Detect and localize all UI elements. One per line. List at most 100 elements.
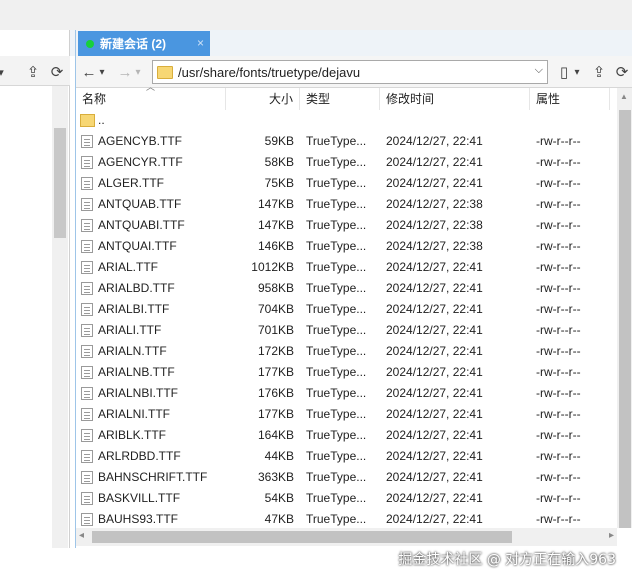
file-icon [81, 219, 93, 232]
file-name: AGENCYR.TTF [98, 155, 183, 169]
horizontal-scrollbar[interactable]: ◂ ▸ [76, 528, 617, 546]
file-list[interactable]: .. AGENCYB.TTF 59KB TrueType... 2024/12/27,… [76, 110, 617, 528]
file-icon [81, 513, 93, 526]
file-name: ARIALBD.TTF [98, 281, 175, 295]
remote-file-pane: 新建会话 (2) × ← ▾ → ▾ /usr/share/fonts/true… [75, 30, 632, 548]
column-header: ︿ 名称 大小 类型 修改时间 属性 | [76, 82, 621, 110]
file-modified: 2024/12/27, 22:41 [386, 281, 483, 295]
close-icon[interactable]: × [197, 36, 204, 50]
left-pane-toolbar: ▾ ⇪ ⟳ [0, 56, 70, 86]
column-attributes-header[interactable]: 属性 [530, 88, 610, 110]
column-size-header[interactable]: 大小 [226, 88, 300, 110]
file-row[interactable]: ARIALNB.TTF 177KB TrueType... 2024/12/27, 2… [76, 362, 617, 383]
file-icon [81, 303, 93, 316]
tab-new-session[interactable]: 新建会话 (2) × [78, 31, 210, 56]
file-modified: 2024/12/27, 22:41 [386, 449, 483, 463]
file-type: TrueType... [306, 218, 367, 232]
bookmark-icon[interactable]: ▯ [556, 61, 572, 83]
parent-directory-icon[interactable]: ⇪ [588, 61, 610, 83]
file-attributes: -rw-r--r-- [536, 512, 581, 526]
column-modified-header[interactable]: 修改时间 [380, 88, 530, 110]
file-size: 704KB [257, 302, 294, 316]
file-row[interactable]: ARIALNI.TTF 177KB TrueType... 2024/12/27, 2… [76, 404, 617, 425]
file-row[interactable]: ARIALI.TTF 701KB TrueType... 2024/12/27, 22… [76, 320, 617, 341]
file-row[interactable]: ARIALN.TTF 172KB TrueType... 2024/12/27, 22… [76, 341, 617, 362]
column-name-header[interactable]: 名称 [76, 88, 226, 110]
file-row[interactable]: ARIALBD.TTF 958KB TrueType... 2024/12/27, 2… [76, 278, 617, 299]
file-type: TrueType... [306, 512, 367, 526]
file-row[interactable]: AGENCYB.TTF 59KB TrueType... 2024/12/27, 22… [76, 131, 617, 152]
file-icon [81, 240, 93, 253]
left-pane-dropdown-icon[interactable]: ▾ [0, 61, 6, 83]
back-icon[interactable]: ← [80, 61, 98, 83]
file-size: 58KB [264, 155, 294, 169]
watermark: 掘金技术社区 @ 对方正在输入963 [398, 552, 616, 568]
file-type: TrueType... [306, 260, 367, 274]
bookmark-chevron-icon[interactable]: ▾ [572, 61, 582, 83]
vertical-scrollbar[interactable]: ▲ [617, 88, 632, 528]
file-modified: 2024/12/27, 22:41 [386, 428, 483, 442]
column-type-header[interactable]: 类型 [300, 88, 380, 110]
file-name: ARIALNI.TTF [98, 407, 171, 421]
file-size: 177KB [257, 365, 294, 379]
file-modified: 2024/12/27, 22:41 [386, 260, 483, 274]
file-row[interactable]: ARIAL.TTF 1012KB TrueType... 2024/12/27, 22… [76, 257, 617, 278]
left-pane-up-icon[interactable]: ⇪ [24, 61, 42, 83]
file-modified: 2024/12/27, 22:41 [386, 491, 483, 505]
file-icon [81, 366, 93, 379]
file-row[interactable]: ARIALNBI.TTF 176KB TrueType... 2024/12/27, … [76, 383, 617, 404]
file-name: ANTQUABI.TTF [98, 218, 185, 232]
file-row[interactable]: ANTQUAI.TTF 146KB TrueType... 2024/12/27, 2… [76, 236, 617, 257]
file-attributes: -rw-r--r-- [536, 407, 581, 421]
file-name: .. [98, 113, 105, 127]
file-modified: 2024/12/27, 22:38 [386, 218, 483, 232]
file-name: BAUHS93.TTF [98, 512, 179, 526]
file-row[interactable]: BAUHS93.TTF 47KB TrueType... 2024/12/27, 22… [76, 509, 617, 528]
file-size: 701KB [257, 323, 294, 337]
path-input[interactable]: /usr/share/fonts/truetype/dejavu ⌵ [152, 60, 548, 84]
file-row[interactable]: ALGER.TTF 75KB TrueType... 2024/12/27, 22:4… [76, 173, 617, 194]
file-size: 47KB [264, 512, 294, 526]
file-row[interactable]: ARIBLK.TTF 164KB TrueType... 2024/12/27, 22… [76, 425, 617, 446]
vertical-scroll-thumb[interactable] [619, 110, 631, 528]
file-attributes: -rw-r--r-- [536, 386, 581, 400]
forward-history-chevron-icon[interactable]: ▾ [133, 61, 143, 83]
file-size: 59KB [264, 134, 294, 148]
file-size: 1012KB [251, 260, 294, 274]
file-modified: 2024/12/27, 22:38 [386, 239, 483, 253]
path-value: /usr/share/fonts/truetype/dejavu [178, 64, 361, 80]
chevron-down-icon[interactable]: ⌵ [535, 64, 543, 77]
file-type: TrueType... [306, 491, 367, 505]
scroll-left-icon[interactable]: ◂ [79, 530, 84, 541]
file-attributes: -rw-r--r-- [536, 155, 581, 169]
file-row[interactable]: ANTQUABI.TTF 147KB TrueType... 2024/12/27, … [76, 215, 617, 236]
left-pane-refresh-icon[interactable]: ⟳ [48, 61, 66, 83]
file-row[interactable]: AGENCYR.TTF 58KB TrueType... 2024/12/27, 22… [76, 152, 617, 173]
left-pane-scroll-thumb[interactable] [54, 128, 66, 238]
horizontal-scroll-thumb[interactable] [92, 531, 512, 543]
file-modified: 2024/12/27, 22:41 [386, 470, 483, 484]
file-size: 146KB [257, 239, 294, 253]
file-name: AGENCYB.TTF [98, 134, 183, 148]
left-pane-scrollbar[interactable] [52, 86, 68, 548]
file-type: TrueType... [306, 155, 367, 169]
navigation-toolbar: ← ▾ → ▾ /usr/share/fonts/truetype/dejavu… [76, 56, 632, 88]
file-name: ARIALNBI.TTF [98, 386, 179, 400]
file-row[interactable]: ARLRDBD.TTF 44KB TrueType... 2024/12/27, 22… [76, 446, 617, 467]
file-row[interactable]: BASKVILL.TTF 54KB TrueType... 2024/12/27, 2… [76, 488, 617, 509]
file-icon [81, 135, 93, 148]
file-row[interactable]: BAHNSCHRIFT.TTF 363KB TrueType... 2024/12/2… [76, 467, 617, 488]
file-row[interactable]: ANTQUAB.TTF 147KB TrueType... 2024/12/27, 2… [76, 194, 617, 215]
parent-directory-row[interactable]: .. [76, 110, 617, 131]
file-name: ARIALNB.TTF [98, 365, 175, 379]
scroll-right-icon[interactable]: ▸ [609, 530, 614, 541]
scroll-up-icon[interactable]: ▲ [620, 92, 628, 101]
back-history-chevron-icon[interactable]: ▾ [97, 61, 107, 83]
forward-icon[interactable]: → [116, 61, 134, 83]
file-attributes: -rw-r--r-- [536, 428, 581, 442]
file-type: TrueType... [306, 176, 367, 190]
refresh-icon[interactable]: ⟳ [612, 61, 632, 83]
file-row[interactable]: ARIALBI.TTF 704KB TrueType... 2024/12/27, 2… [76, 299, 617, 320]
file-attributes: -rw-r--r-- [536, 365, 581, 379]
file-icon [81, 387, 93, 400]
